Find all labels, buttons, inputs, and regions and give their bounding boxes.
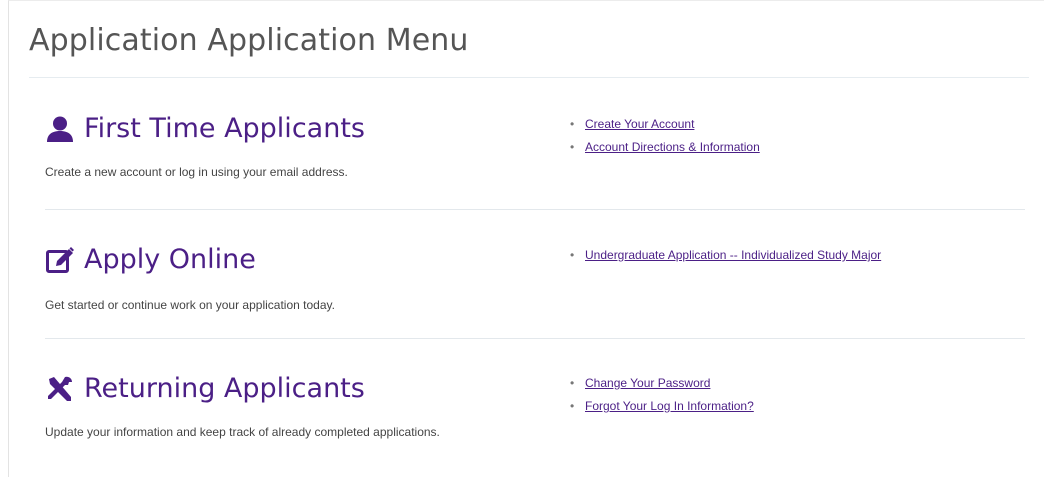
create-account-link[interactable]: Create Your Account bbox=[585, 117, 694, 131]
forgot-login-link[interactable]: Forgot Your Log In Information? bbox=[585, 399, 754, 413]
section-description: Get started or continue work on your app… bbox=[45, 298, 335, 312]
link-item: • Forgot Your Log In Information? bbox=[565, 399, 754, 422]
section-links: • Create Your Account • Account Directio… bbox=[565, 117, 760, 163]
link-item: • Change Your Password bbox=[565, 376, 754, 399]
link-item: • Account Directions & Information bbox=[565, 140, 760, 163]
undergraduate-application-link[interactable]: Undergraduate Application -- Individuali… bbox=[585, 248, 881, 262]
section-heading-label: First Time Applicants bbox=[84, 113, 365, 144]
change-password-link[interactable]: Change Your Password bbox=[585, 376, 710, 390]
page-title: Application Application Menu bbox=[29, 23, 469, 58]
bullet: • bbox=[570, 248, 575, 262]
section-heading-returning-applicants: Returning Applicants bbox=[45, 373, 365, 404]
bullet: • bbox=[570, 376, 575, 390]
section-heading-label: Apply Online bbox=[84, 244, 256, 275]
account-directions-link[interactable]: Account Directions & Information bbox=[585, 140, 760, 154]
bullet: • bbox=[570, 140, 575, 154]
edit-icon bbox=[45, 246, 75, 274]
section-heading-apply-online: Apply Online bbox=[45, 244, 256, 275]
section-heading-label: Returning Applicants bbox=[84, 373, 365, 404]
application-menu-panel: Application Application Menu First Time … bbox=[8, 0, 1044, 477]
bullet: • bbox=[570, 117, 575, 131]
bullet: • bbox=[570, 399, 575, 413]
section-divider bbox=[45, 209, 1025, 210]
link-item: • Undergraduate Application -- Individua… bbox=[565, 248, 881, 271]
user-icon bbox=[45, 115, 75, 143]
link-item: • Create Your Account bbox=[565, 117, 760, 140]
section-links: • Undergraduate Application -- Individua… bbox=[565, 248, 881, 271]
section-heading-first-time-applicants: First Time Applicants bbox=[45, 113, 365, 144]
section-description: Create a new account or log in using you… bbox=[45, 165, 348, 179]
section-links: • Change Your Password • Forgot Your Log… bbox=[565, 376, 754, 422]
tools-icon bbox=[45, 375, 75, 403]
section-divider bbox=[45, 338, 1025, 339]
title-divider bbox=[29, 77, 1029, 78]
section-description: Update your information and keep track o… bbox=[45, 425, 440, 439]
